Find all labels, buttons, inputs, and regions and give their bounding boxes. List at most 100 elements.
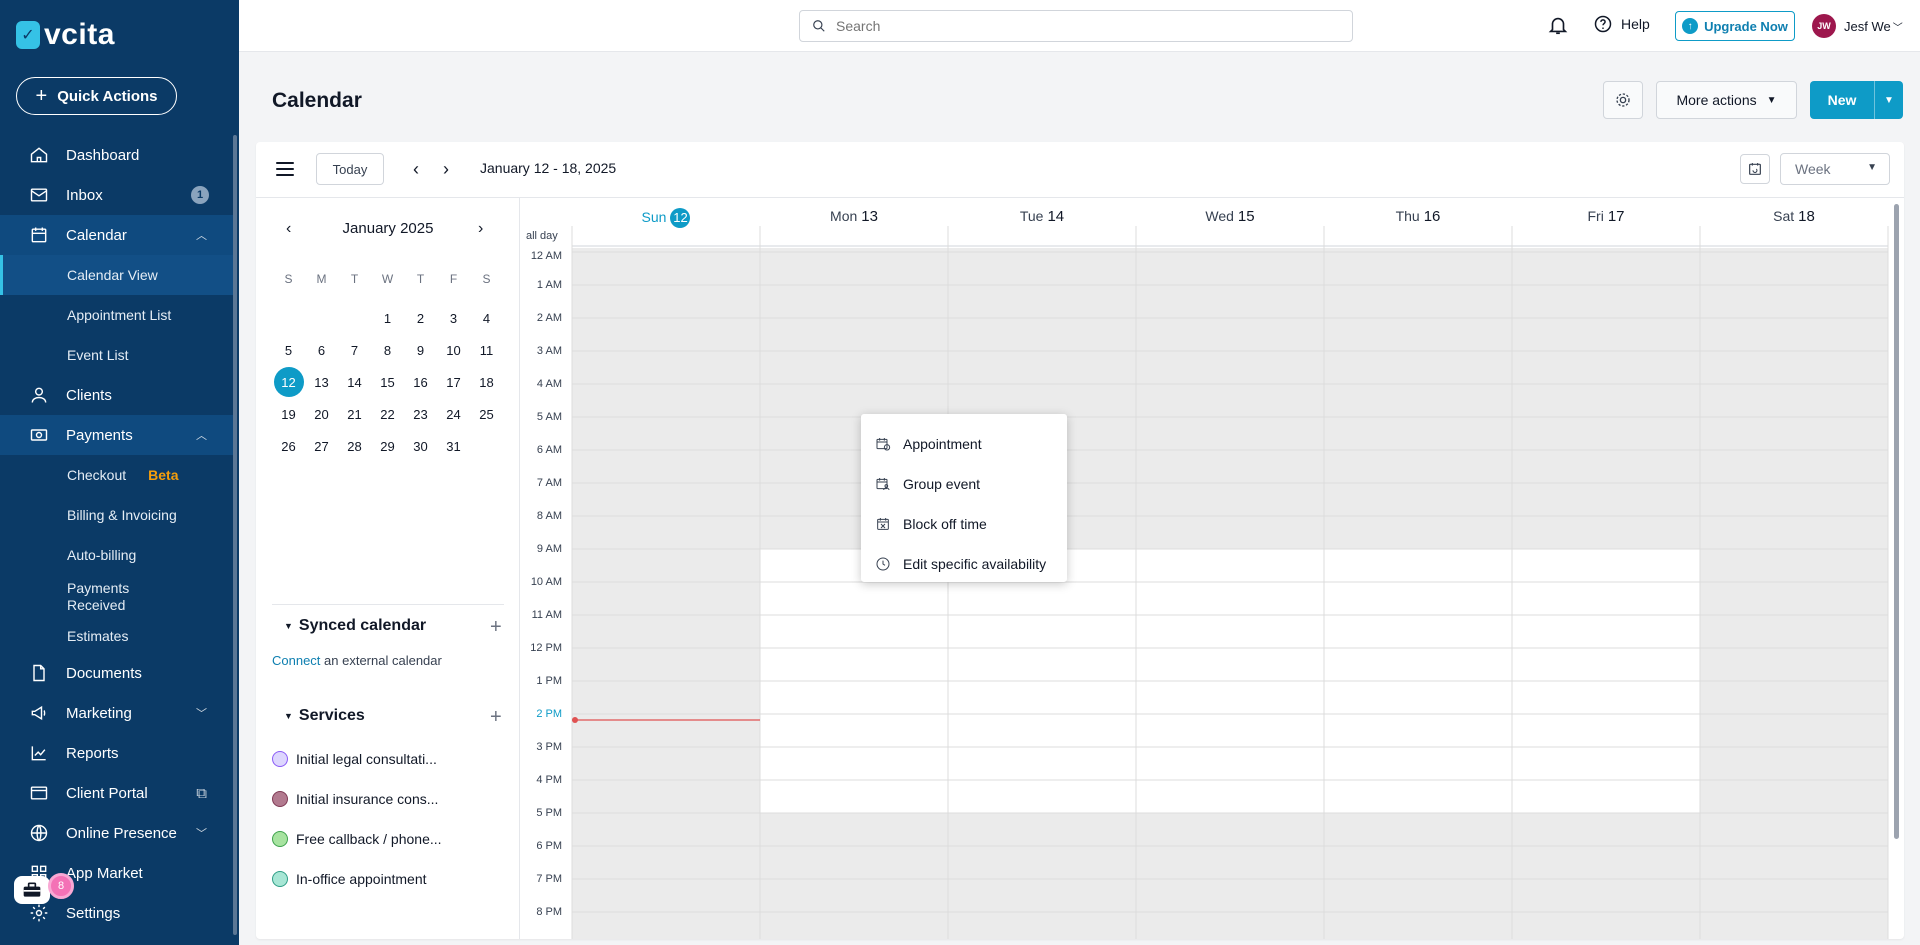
mini-calendar-day[interactable]: 16 (404, 366, 437, 398)
mini-calendar-today[interactable]: 12 (272, 366, 305, 398)
mini-calendar-day[interactable]: 20 (305, 398, 338, 430)
sidebar-item-dashboard[interactable]: Dashboard (0, 135, 233, 175)
today-button[interactable]: Today (316, 153, 384, 185)
service-item[interactable]: Initial legal consultati... (272, 751, 437, 767)
synced-calendar-toggle[interactable]: ▼ Synced calendar (284, 617, 426, 635)
mini-calendar-day[interactable]: 9 (404, 334, 437, 366)
sidebar-item-calendar[interactable]: Calendar ︿ (0, 215, 233, 255)
sidebar-item-online-presence[interactable]: Online Presence ﹀ (0, 813, 233, 853)
mini-calendar-day[interactable]: 15 (371, 366, 404, 398)
mini-calendar-day[interactable]: 29 (371, 430, 404, 462)
add-synced-calendar-icon[interactable]: + (490, 616, 502, 639)
calendar-settings-button[interactable] (1603, 81, 1643, 119)
unavailable-block (1324, 813, 1512, 939)
mini-calendar-day[interactable]: 21 (338, 398, 371, 430)
day-number: 14 (347, 374, 362, 390)
service-item[interactable]: Free callback / phone... (272, 831, 442, 847)
sidebar-item-reports[interactable]: Reports (0, 733, 233, 773)
external-link-icon[interactable]: ⧉ (196, 785, 207, 802)
mini-calendar-day[interactable]: 24 (437, 398, 470, 430)
view-select[interactable]: Week ▼ (1780, 153, 1890, 185)
sidebar-item-payments[interactable]: Payments ︿ (0, 415, 233, 455)
mini-calendar-day[interactable]: 19 (272, 398, 305, 430)
sidebar-item-clients[interactable]: Clients (0, 375, 233, 415)
add-service-icon[interactable]: + (490, 706, 502, 729)
search-input[interactable] (836, 18, 1316, 34)
mini-calendar-day[interactable]: 8 (371, 334, 404, 366)
mini-calendar-day[interactable]: 18 (470, 366, 503, 398)
more-actions-button[interactable]: More actions ▼ (1656, 81, 1797, 119)
menu-item-block-off-time[interactable]: Block off time (861, 504, 1067, 544)
mini-calendar-day[interactable]: 27 (305, 430, 338, 462)
menu-item-edit-availability[interactable]: Edit specific availability (861, 544, 1067, 584)
toolbox-button[interactable] (14, 876, 50, 904)
day-header-sat[interactable]: Sat 18 (1700, 208, 1888, 225)
services-toggle[interactable]: ▼ Services (284, 707, 365, 725)
mini-calendar-day[interactable]: 22 (371, 398, 404, 430)
mini-calendar-day[interactable]: 26 (272, 430, 305, 462)
sidebar-item-checkout[interactable]: Checkout Beta (0, 455, 233, 495)
mini-calendar-day[interactable]: 1 (371, 302, 404, 334)
sidebar-item-label: Payments Received (67, 580, 130, 613)
mini-calendar-day[interactable]: 4 (470, 302, 503, 334)
sidebar-item-payments-received[interactable]: Payments Received (0, 575, 233, 619)
new-button[interactable]: New ▼ (1810, 81, 1903, 119)
hour-label: 7 PM (536, 873, 562, 885)
quick-actions-button[interactable]: + Quick Actions (16, 77, 177, 115)
mini-calendar-day[interactable]: 30 (404, 430, 437, 462)
sidebar-item-event-list[interactable]: Event List (0, 335, 233, 375)
search-box[interactable] (799, 10, 1353, 42)
day-header-thu[interactable]: Thu 16 (1324, 208, 1512, 225)
mini-calendar-day[interactable]: 6 (305, 334, 338, 366)
menu-item-group-event[interactable]: Group event (861, 464, 1067, 504)
service-item[interactable]: Initial insurance cons... (272, 791, 438, 807)
grid-scrollbar[interactable] (1894, 204, 1899, 839)
upgrade-now-button[interactable]: ↑ Upgrade Now (1675, 11, 1795, 41)
mini-calendar-day[interactable]: 23 (404, 398, 437, 430)
day-header-mon[interactable]: Mon 13 (760, 208, 948, 225)
sidebar-item-inbox[interactable]: Inbox 1 (0, 175, 233, 215)
mini-calendar-day[interactable]: 11 (470, 334, 503, 366)
sidebar-item-calendar-view[interactable]: Calendar View (0, 255, 233, 295)
vcita-logo[interactable]: ✓ vcita (16, 18, 115, 52)
menu-icon[interactable] (276, 162, 294, 176)
day-number: 13 (314, 374, 329, 390)
connect-link[interactable]: Connect (272, 653, 320, 668)
menu-item-appointment[interactable]: Appointment (861, 424, 1067, 464)
user-menu[interactable]: JW Jesf We ﹀ (1812, 14, 1903, 38)
sidebar-item-auto-billing[interactable]: Auto-billing (0, 535, 233, 575)
mini-calendar-day[interactable]: 13 (305, 366, 338, 398)
day-header-sun[interactable]: Sun 12 (572, 208, 760, 228)
bell-icon[interactable] (1547, 14, 1569, 36)
mini-calendar-day[interactable]: 7 (338, 334, 371, 366)
next-month-icon[interactable]: › (478, 220, 483, 238)
sidebar-item-estimates[interactable]: Estimates (0, 619, 233, 653)
next-week-icon[interactable]: › (436, 159, 456, 179)
day-number: 28 (347, 438, 362, 454)
mini-calendar-day[interactable]: 25 (470, 398, 503, 430)
sidebar-item-appointment-list[interactable]: Appointment List (0, 295, 233, 335)
mini-calendar-day[interactable]: 17 (437, 366, 470, 398)
mini-calendar-day[interactable]: 10 (437, 334, 470, 366)
day-header-tue[interactable]: Tue 14 (948, 208, 1136, 225)
day-number: 17 (1607, 208, 1625, 225)
mini-calendar-day[interactable]: 28 (338, 430, 371, 462)
week-grid-lines[interactable] (520, 198, 1904, 939)
sidebar-item-client-portal[interactable]: Client Portal ⧉ (0, 773, 233, 813)
mini-calendar-day[interactable]: 5 (272, 334, 305, 366)
sync-calendar-button[interactable] (1740, 154, 1770, 184)
sidebar-item-documents[interactable]: Documents (0, 653, 233, 693)
previous-week-icon[interactable]: ‹ (406, 159, 426, 179)
mini-calendar-day[interactable]: 14 (338, 366, 371, 398)
mini-calendar-day[interactable]: 31 (437, 430, 470, 462)
day-header-fri[interactable]: Fri 17 (1512, 208, 1700, 225)
sidebar-item-marketing[interactable]: Marketing ﹀ (0, 693, 233, 733)
sidebar-scrollbar[interactable] (233, 135, 237, 935)
sidebar-item-billing-invoicing[interactable]: Billing & Invoicing (0, 495, 233, 535)
help-button[interactable]: Help (1593, 14, 1650, 34)
mini-calendar-day[interactable]: 2 (404, 302, 437, 334)
day-header-wed[interactable]: Wed 15 (1136, 208, 1324, 225)
service-item[interactable]: In-office appointment (272, 871, 427, 887)
mini-calendar-day[interactable]: 3 (437, 302, 470, 334)
caret-down-icon[interactable]: ▼ (1875, 95, 1903, 106)
